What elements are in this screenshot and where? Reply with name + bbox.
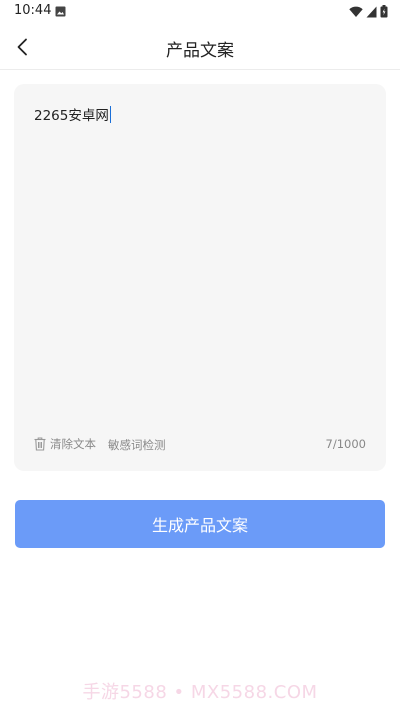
trash-icon	[34, 437, 46, 451]
text-caret	[109, 106, 112, 123]
image-notification-icon	[55, 6, 66, 17]
status-icons	[349, 5, 388, 18]
watermark-text: 手游5588 • MX5588.COM	[82, 682, 318, 703]
wifi-icon	[349, 6, 363, 17]
header: 产品文案	[0, 24, 400, 70]
page-title: 产品文案	[166, 41, 234, 61]
status-bar: 10:44	[0, 0, 400, 24]
status-time: 10:44	[14, 3, 52, 18]
generate-button[interactable]: 生成产品文案	[15, 500, 385, 548]
signal-icon	[366, 6, 377, 17]
text-editor[interactable]: 2265安卓网 清除文本 敏感词检测 7/1000	[14, 84, 386, 471]
character-counter: 7/1000	[325, 437, 366, 451]
clear-text-label: 清除文本	[50, 437, 96, 451]
text-input-value: 2265安卓网	[34, 108, 109, 124]
editor-footer: 清除文本 敏感词检测 7/1000	[34, 436, 366, 454]
text-input-area[interactable]: 2265安卓网	[34, 104, 112, 124]
sensitive-word-check-button[interactable]: 敏感词检测	[108, 437, 166, 453]
clear-text-button[interactable]: 清除文本	[34, 436, 96, 452]
battery-icon	[380, 5, 388, 18]
